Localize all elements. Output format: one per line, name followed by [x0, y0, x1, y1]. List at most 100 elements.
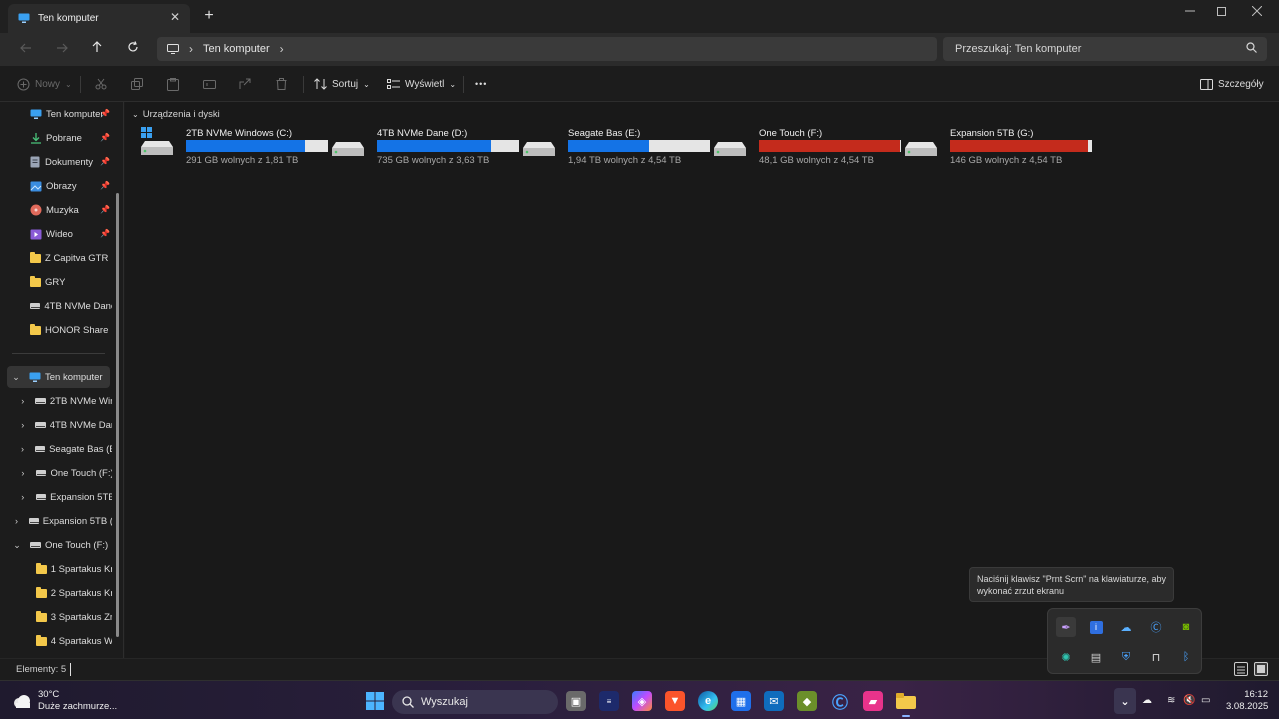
share-button[interactable]	[239, 76, 251, 92]
battery-icon[interactable]: ▭	[1201, 695, 1210, 706]
task-view-icon[interactable]: ▣	[566, 691, 586, 711]
bluetooth-icon[interactable]: ᛒ	[1176, 647, 1196, 667]
up-button[interactable]	[86, 39, 108, 59]
tree-item-expansion-5tb[interactable]: › Expansion 5TB	[18, 486, 112, 508]
minecraft-icon[interactable]: ◆	[797, 691, 817, 711]
chevron-right-icon[interactable]: ›	[18, 420, 27, 430]
new-button[interactable]: Nowy ⌄	[17, 76, 72, 92]
ccleaner-icon[interactable]: Ⓒ	[1146, 617, 1166, 637]
delete-button[interactable]	[276, 76, 287, 92]
more-options-button[interactable]: •••	[475, 76, 487, 92]
pin-icon[interactable]: 📌	[100, 109, 110, 118]
ccleaner-taskbar-icon[interactable]: Ⓒ	[830, 691, 850, 712]
microsoft-store-icon[interactable]: ▦	[731, 691, 751, 711]
chevron-right-icon[interactable]: ›	[18, 396, 27, 406]
usb-eject-icon[interactable]: ⊓	[1146, 647, 1166, 667]
nvidia-icon[interactable]: ◙	[1176, 617, 1196, 637]
paste-button[interactable]	[167, 76, 179, 92]
tuneup-app-icon[interactable]: ≡	[599, 691, 619, 711]
chevron-down-icon[interactable]: ⌄	[12, 540, 22, 551]
details-button[interactable]: Szczegóły	[1200, 76, 1264, 92]
copilot-icon[interactable]: ◈	[632, 691, 652, 711]
tree-item-ten-komputer[interactable]: ⌄ Ten komputer	[7, 366, 110, 388]
tree-item-folder[interactable]: 4 Spartakus W	[36, 630, 112, 652]
sidebar-scrollbar[interactable]	[116, 193, 119, 637]
close-window-button[interactable]	[1241, 2, 1273, 22]
forza-app-icon[interactable]: ▰	[863, 691, 883, 711]
close-tab-icon[interactable]: ✕	[168, 10, 182, 24]
sidebar-item-gry[interactable]: GRY	[30, 271, 123, 293]
clock[interactable]: 16:12 3.08.2025	[1226, 689, 1268, 713]
cut-button[interactable]	[95, 76, 107, 92]
file-explorer-taskbar-icon[interactable]	[896, 691, 916, 711]
details-view-button[interactable]	[1234, 662, 1248, 676]
tree-item-one-touch[interactable]: › One Touch (F:)	[18, 462, 112, 484]
tree-item-seagate-bas[interactable]: › Seagate Bas (E:	[18, 438, 112, 460]
address-bar[interactable]: › Ten komputer ›	[157, 37, 937, 61]
tree-item-4tb-nvme-dane[interactable]: › 4TB NVMe Dan	[18, 414, 112, 436]
view-button[interactable]: Wyświetl ⌄	[387, 76, 456, 92]
feather-app-icon[interactable]: ✒	[1056, 617, 1076, 637]
folder-icon	[36, 634, 47, 646]
drive-tile[interactable]: Expansion 5TB (G:) 146 GB wolnych z 4,54…	[904, 127, 1092, 167]
pin-icon[interactable]: 📌	[100, 229, 110, 238]
globe-app-icon[interactable]: ✺	[1056, 647, 1076, 667]
tree-item-folder[interactable]: 3 Spartakus Zr	[36, 606, 112, 628]
sidebar-item-z-capitva-gtr[interactable]: Z Capitva GTR	[30, 247, 123, 269]
drive-tile[interactable]: 2TB NVMe Windows (C:) 291 GB wolnych z 1…	[140, 127, 328, 167]
info-app-icon[interactable]: i	[1086, 617, 1106, 637]
brave-browser-icon[interactable]: ▼	[665, 691, 685, 711]
wifi-icon[interactable]: ≋	[1167, 695, 1175, 706]
breadcrumb-chevron-icon[interactable]: ›	[280, 42, 284, 56]
breadcrumb-ten-komputer[interactable]: Ten komputer	[203, 43, 270, 55]
maximize-button[interactable]	[1205, 2, 1237, 22]
show-hidden-icons-button[interactable]: ⌄	[1114, 688, 1136, 714]
rename-button[interactable]	[203, 76, 216, 92]
tree-item-2tb-nvme-win[interactable]: › 2TB NVMe Win	[18, 390, 112, 412]
minimize-button[interactable]	[1174, 2, 1206, 22]
cloud-sync-icon[interactable]: ☁	[1116, 617, 1136, 637]
text-cursor	[70, 663, 71, 676]
cloud-offline-icon[interactable]: ☁	[1142, 695, 1152, 706]
search-input[interactable]: Przeszukaj: Ten komputer	[943, 37, 1267, 61]
taskbar-search[interactable]: Wyszukaj	[392, 690, 558, 714]
breadcrumb-chevron-icon[interactable]: ›	[189, 42, 193, 56]
drive-tile[interactable]: One Touch (F:) 48,1 GB wolnych z 4,54 TB	[713, 127, 901, 167]
edge-browser-icon[interactable]: e	[698, 691, 718, 711]
tiles-view-button[interactable]	[1254, 662, 1268, 676]
keyboard-app-icon[interactable]: ▤	[1086, 647, 1106, 667]
chevron-right-icon[interactable]: ›	[18, 492, 28, 502]
tree-item-folder[interactable]: 1 Spartakus Kr	[36, 558, 112, 580]
tree-item-one-touch-f[interactable]: ⌄ One Touch (F:)	[12, 534, 112, 556]
pin-icon[interactable]: 📌	[100, 205, 110, 214]
forward-button[interactable]	[51, 39, 73, 59]
volume-muted-icon[interactable]: 🔇	[1183, 695, 1195, 706]
chevron-right-icon[interactable]: ›	[12, 516, 21, 526]
tree-item-folder[interactable]: 2 Spartakus Kr	[36, 582, 112, 604]
copy-button[interactable]	[131, 76, 143, 92]
weather-widget[interactable]: 30°C Duże zachmurze...	[12, 689, 117, 713]
start-button[interactable]	[365, 691, 385, 711]
outlook-icon[interactable]: ✉	[764, 691, 784, 711]
sidebar-item-honor-share[interactable]: HONOR Share	[30, 319, 123, 341]
chevron-right-icon[interactable]: ›	[18, 468, 28, 478]
chevron-down-icon[interactable]: ⌄	[11, 372, 21, 383]
chevron-right-icon[interactable]: ›	[18, 444, 27, 454]
close-icon	[1251, 5, 1263, 17]
sort-button[interactable]: Sortuj ⌄	[314, 76, 370, 92]
tab-ten-komputer[interactable]: Ten komputer ✕	[8, 4, 190, 33]
pin-icon[interactable]: 📌	[100, 157, 110, 166]
new-tab-button[interactable]: +	[201, 8, 217, 24]
drive-icon	[35, 470, 47, 476]
pin-icon[interactable]: 📌	[100, 133, 110, 142]
sidebar-item-4tb-nvme-dane[interactable]: 4TB NVMe Dane	[30, 295, 112, 317]
back-button[interactable]	[15, 39, 37, 59]
drive-tile[interactable]: 4TB NVMe Dane (D:) 735 GB wolnych z 3,63…	[331, 127, 519, 167]
refresh-button[interactable]	[122, 39, 144, 59]
tree-item-expansion-5tb-g[interactable]: › Expansion 5TB (G	[12, 510, 112, 532]
defender-icon[interactable]: ⛨	[1116, 647, 1136, 667]
pin-icon[interactable]: 📌	[100, 181, 110, 190]
group-header[interactable]: ⌄ Urządzenia i dyski	[132, 109, 220, 120]
drive-icon	[35, 422, 46, 428]
drive-tile[interactable]: Seagate Bas (E:) 1,94 TB wolnych z 4,54 …	[522, 127, 710, 167]
